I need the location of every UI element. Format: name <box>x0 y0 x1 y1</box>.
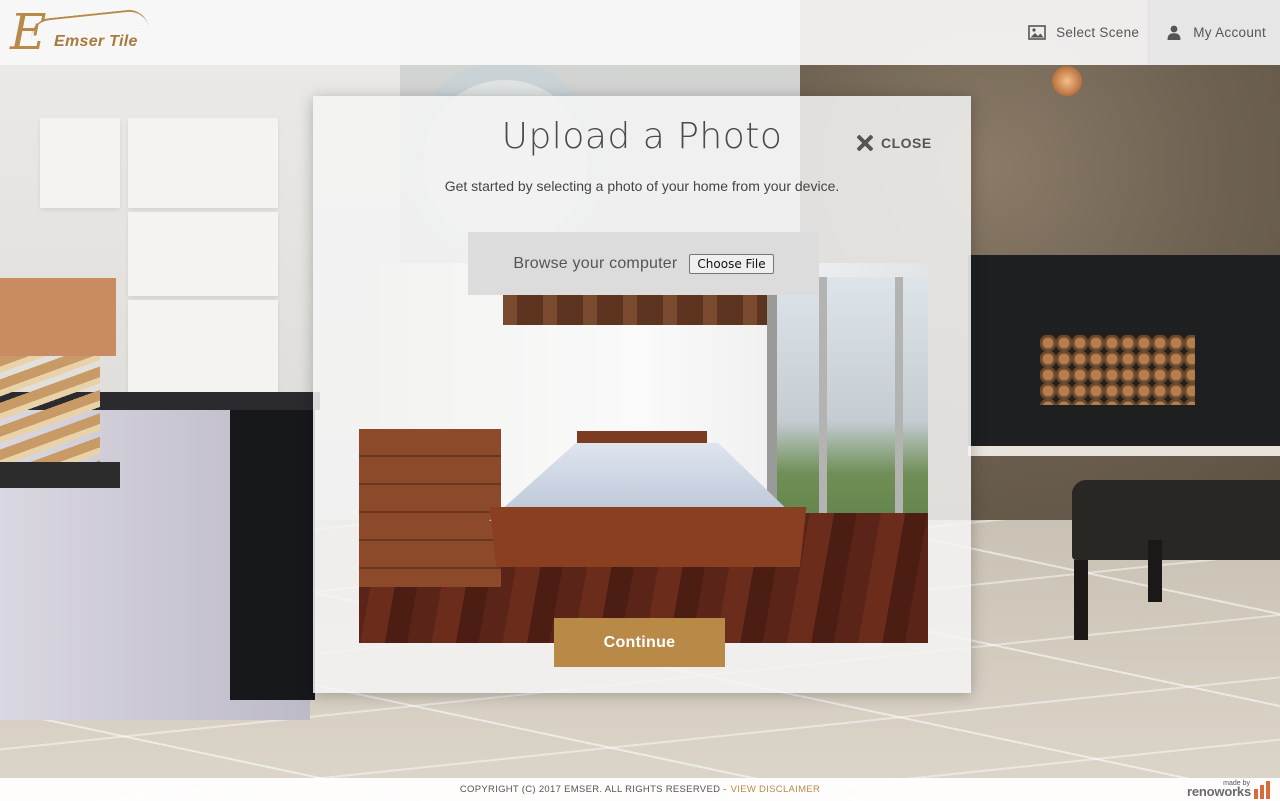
pendant-lamp <box>1052 66 1082 96</box>
header-nav: Select Scene My Account <box>1026 0 1280 65</box>
close-label: CLOSE <box>881 135 932 151</box>
wall-panel <box>40 118 120 208</box>
select-scene-label: Select Scene <box>1056 25 1140 40</box>
user-icon <box>1163 24 1185 42</box>
bench-leg <box>1074 560 1088 640</box>
photo-bed-frame <box>489 507 807 567</box>
sample-photo-preview <box>359 263 928 643</box>
select-scene-button[interactable]: Select Scene <box>1026 0 1147 65</box>
browse-computer-bar: Browse your computer Choose File <box>468 232 819 295</box>
browse-label: Browse your computer <box>513 254 678 272</box>
app-header: E Emser Tile Select Scene My Account <box>0 0 1280 65</box>
emser-tile-logo[interactable]: E Emser Tile <box>10 3 160 61</box>
my-account-button[interactable]: My Account <box>1147 0 1280 65</box>
photo-window-mullion <box>819 277 827 539</box>
copyright-text: COPYRIGHT (C) 2017 EMSER. ALL RIGHTS RES… <box>459 784 727 795</box>
close-icon <box>856 134 874 152</box>
wall-panel <box>128 118 278 208</box>
firewood-logs <box>1040 335 1195 405</box>
hearth <box>968 446 1280 456</box>
photo-window <box>767 277 928 539</box>
bench-leg <box>1148 540 1162 602</box>
close-button[interactable]: CLOSE <box>856 134 932 152</box>
wall-panel <box>128 300 278 396</box>
modal-subtitle: Get started by selecting a photo of your… <box>444 178 840 194</box>
bench <box>1072 480 1280 560</box>
my-account-label: My Account <box>1193 25 1266 40</box>
lamp-base <box>0 356 100 464</box>
lamp-foot <box>0 462 120 488</box>
wall-panel <box>128 212 278 296</box>
image-icon <box>1026 24 1048 42</box>
renoworks-logo-icon <box>1254 781 1276 799</box>
logo-text: Emser Tile <box>54 33 138 50</box>
upload-photo-modal: Upload a Photo CLOSE Get started by sele… <box>313 96 971 693</box>
logo-letter: E <box>10 3 47 61</box>
photo-dresser <box>359 429 501 587</box>
renoworks-text: renoworks <box>1187 784 1251 799</box>
choose-file-button[interactable]: Choose File <box>689 253 774 274</box>
view-disclaimer-link[interactable]: VIEW DISCLAIMER <box>731 784 821 795</box>
photo-window-mullion <box>895 277 903 539</box>
counter-side <box>230 410 315 700</box>
footer: COPYRIGHT (C) 2017 EMSER. ALL RIGHTS RES… <box>0 778 1280 801</box>
lamp-shade <box>0 278 116 356</box>
continue-button[interactable]: Continue <box>554 618 725 667</box>
photo-headboard <box>577 431 707 445</box>
renoworks-badge[interactable]: renoworks <box>1187 778 1276 801</box>
